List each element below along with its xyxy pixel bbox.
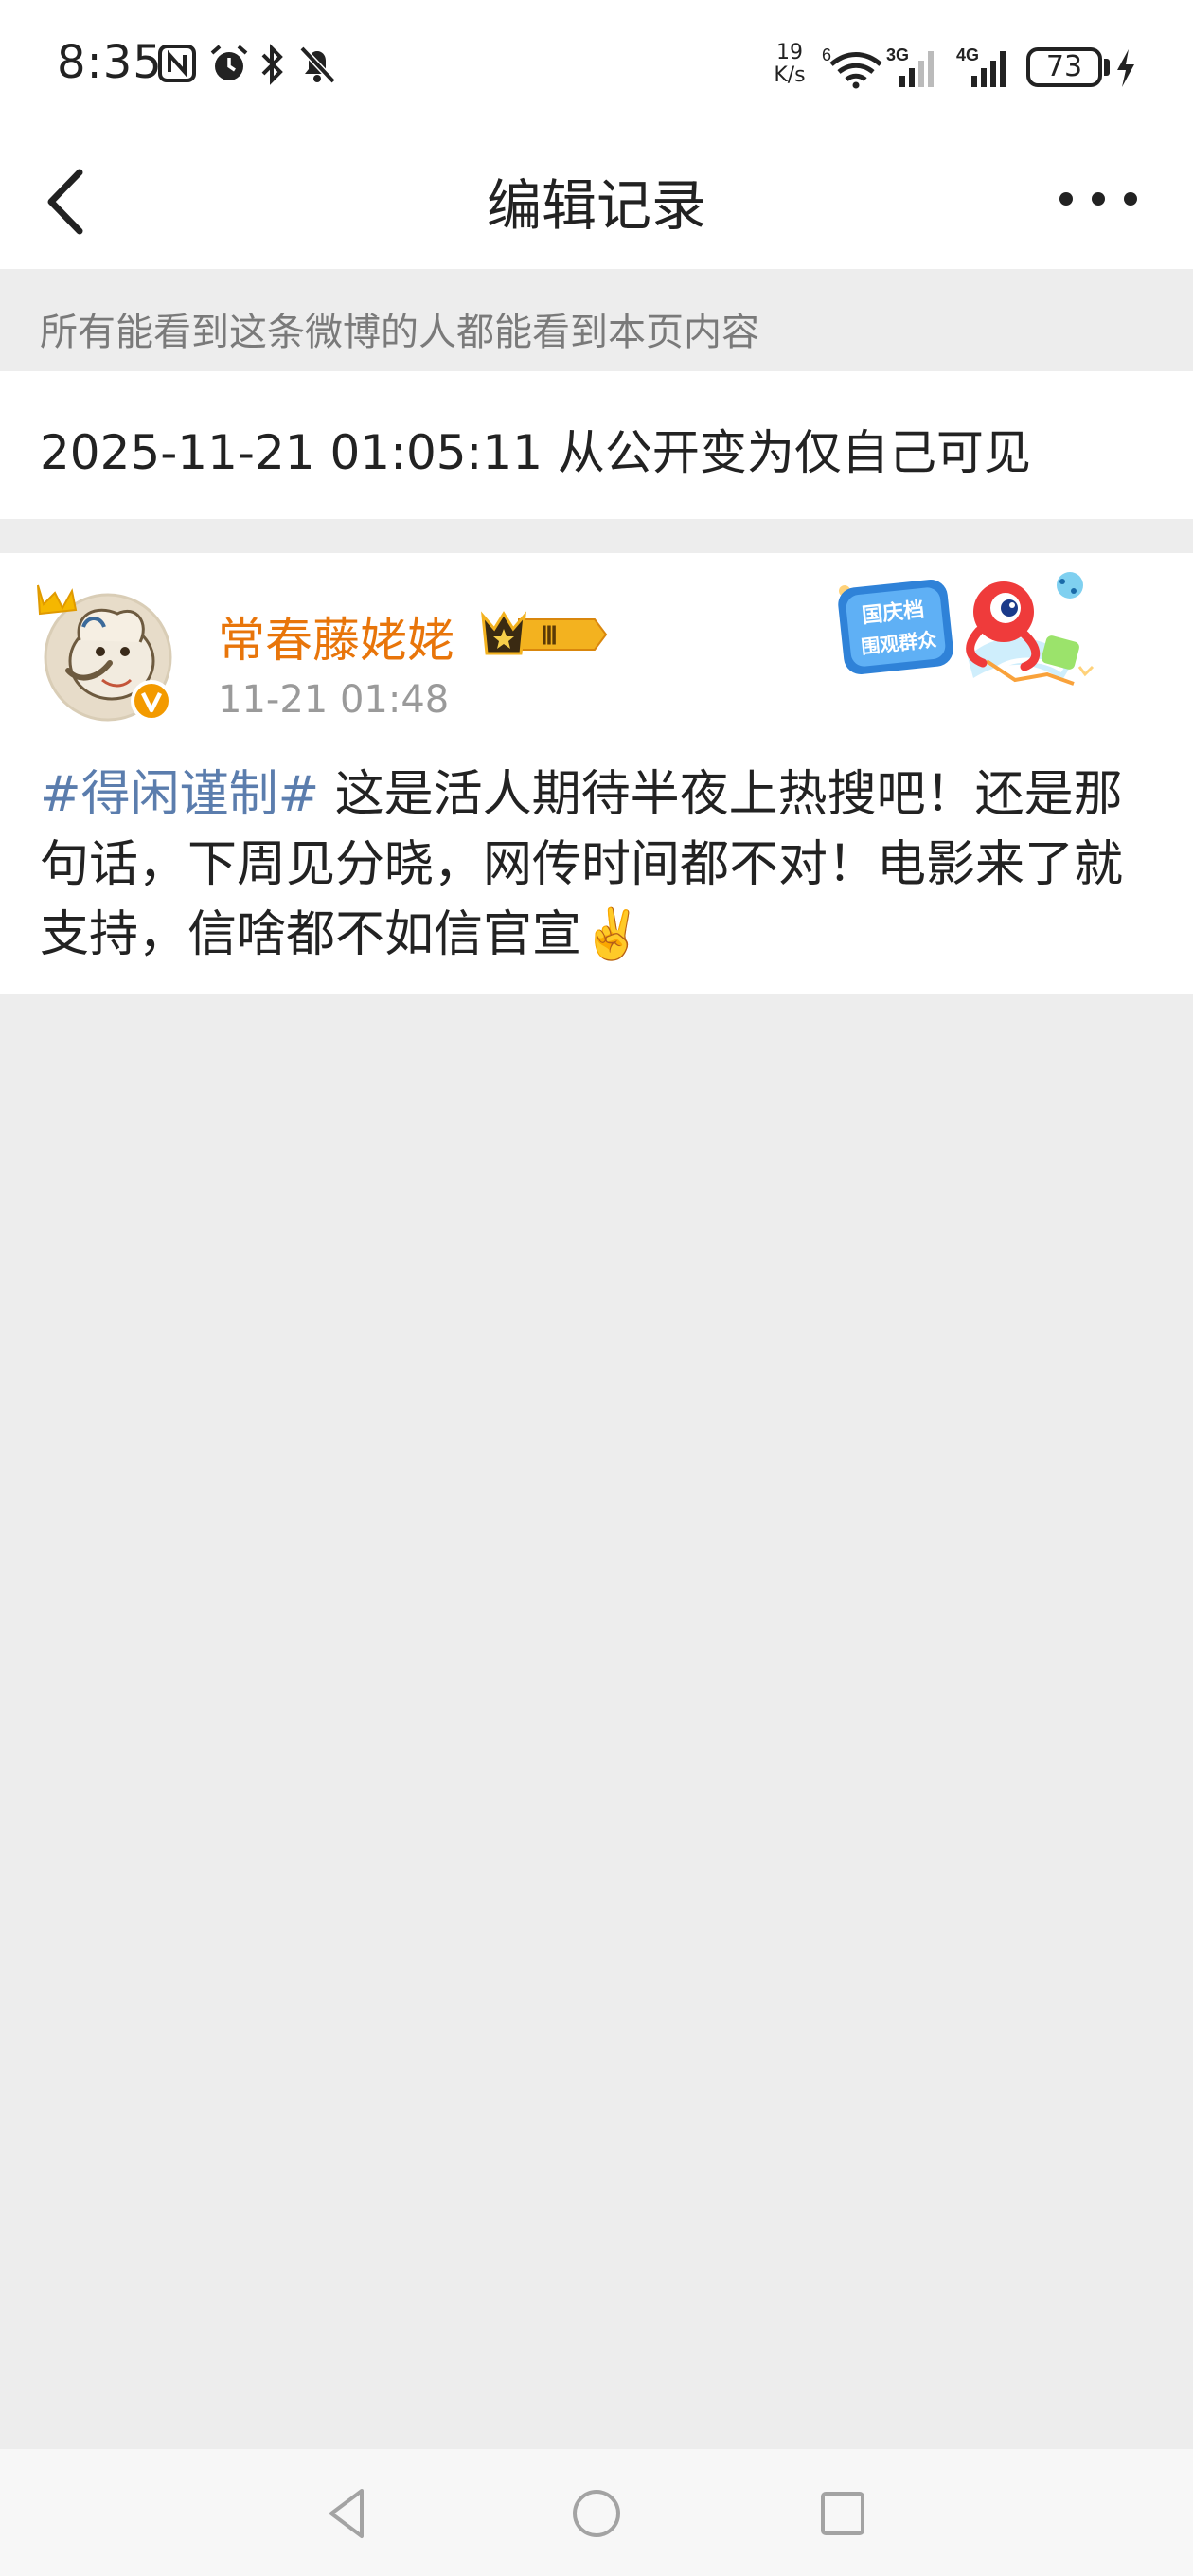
bluetooth-icon xyxy=(261,44,283,85)
network-speed: 19 K/s xyxy=(769,42,810,87)
status-time: 8:35 xyxy=(57,36,163,89)
post-username[interactable]: 常春藤姥姥 xyxy=(218,602,454,671)
nav-bar: 编辑记录 xyxy=(0,133,1193,269)
post-body: #得闲谨制# 这是活人期待半夜上热搜吧！还是那句话，下周见分晓，网传时间都不对！… xyxy=(40,760,1157,970)
national-day-decoration-badge[interactable]: 国庆档 围观群众 xyxy=(826,563,1110,705)
page-title: 编辑记录 xyxy=(486,173,706,238)
system-recents-button[interactable] xyxy=(812,2483,873,2544)
wifi-label: 6 xyxy=(822,45,831,64)
status-bar: 8:35 19 K/s 6 3G 4G 73 xyxy=(0,0,1193,133)
edit-record-item: 2025-11-21 01:05:11 从公开变为仅自己可见 xyxy=(0,371,1193,519)
notice-text: 所有能看到这条微博的人都能看到本页内容 xyxy=(40,311,759,354)
edit-record-text: 2025-11-21 01:05:11 从公开变为仅自己可见 xyxy=(40,425,1031,480)
nfc-icon xyxy=(158,45,196,82)
edit-history-page: 8:35 19 K/s 6 3G 4G 73 编辑记录 所有能看到这条微博的人都… xyxy=(0,0,1193,2576)
system-back-button[interactable] xyxy=(318,2483,379,2544)
alarm-icon xyxy=(210,45,248,80)
battery-indicator: 73 xyxy=(1026,47,1102,87)
member-level-label: Ⅲ xyxy=(541,622,558,650)
post-time: 11-21 01:48 xyxy=(218,678,450,722)
wifi-icon: 6 xyxy=(822,45,882,89)
hashtag-link[interactable]: #得闲谨制# xyxy=(40,766,319,823)
signal-3g-icon: 3G xyxy=(886,45,934,87)
signal-4g-label: 4G xyxy=(956,45,979,64)
signal-4g-icon: 4G xyxy=(956,45,1006,87)
member-level-badge[interactable]: Ⅲ xyxy=(481,608,610,661)
system-navigation-bar xyxy=(0,2449,1193,2576)
signal-3g-label: 3G xyxy=(886,45,909,64)
charging-icon xyxy=(1117,49,1134,87)
visibility-notice: 所有能看到这条微博的人都能看到本页内容 xyxy=(0,269,1193,371)
network-speed-value: 19 xyxy=(776,41,803,64)
network-speed-unit: K/s xyxy=(774,63,806,87)
avatar[interactable] xyxy=(30,576,182,727)
more-options-button[interactable] xyxy=(1051,170,1146,227)
battery-tip xyxy=(1104,59,1110,76)
mute-bell-icon xyxy=(299,45,336,84)
post-card: 常春藤姥姥 Ⅲ 11-21 01:48 国庆档 围观群众 #得闲谨制# 这是活人… xyxy=(0,553,1193,994)
system-home-button[interactable] xyxy=(566,2483,627,2544)
